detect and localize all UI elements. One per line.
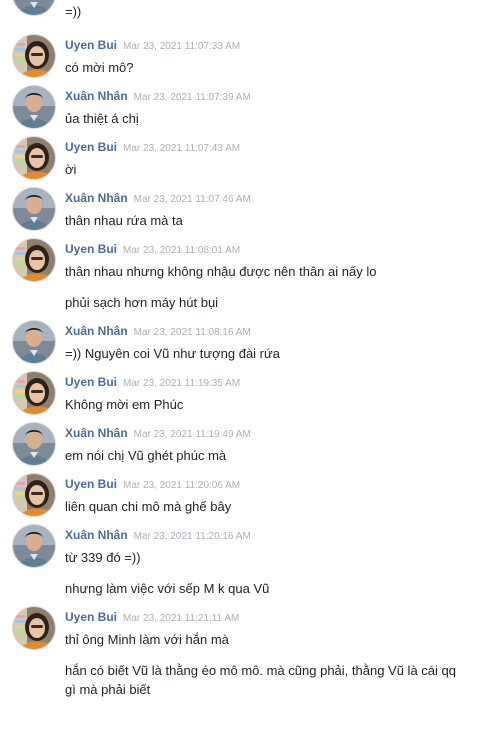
message-text: từ 339 đó =)) [65,550,141,565]
sender-name[interactable]: Xuân Nhân [65,191,128,205]
message-text: =)) [65,4,82,19]
message-text: có mời mô? [65,60,134,75]
sender-name[interactable]: Uyen Bui [65,242,117,256]
message-timestamp: Mar 23, 2021 11:19:35 AM [123,378,241,389]
uyen-bui-avatar-icon[interactable] [13,137,55,179]
uyen-bui-avatar-icon[interactable] [13,239,55,281]
uyen-bui-avatar-icon[interactable] [13,474,55,516]
message-text: em nói chị Vũ ghét phúc mà [65,448,227,463]
message-header: Xuân Nhân Mar 23, 2021 11:07:39 AM [65,87,251,103]
message-text: nhưng làm việc với sếp M k qua Vũ [65,581,270,596]
xuan-nhan-avatar-icon[interactable] [13,423,55,465]
sender-name[interactable]: Uyen Bui [65,610,117,624]
message-timestamp: Mar 23, 2021 11:07:39 AM [133,92,251,103]
message-timestamp: Mar 23, 2021 11:19:49 AM [133,429,251,440]
message-timestamp: Mar 23, 2021 11:20:06 AM [123,480,241,491]
message-header: Uyen Bui Mar 23, 2021 11:07:33 AM [65,36,240,52]
sender-name[interactable]: Xuân Nhân [65,89,128,103]
message-text: =)) Nguyên coi Vũ như tượng đài rứa [65,346,280,361]
uyen-bui-avatar-icon[interactable] [13,372,55,414]
uyen-bui-avatar-icon[interactable] [13,607,55,649]
message-header: Xuân Nhân Mar 23, 2021 11:07:46 AM [65,189,251,205]
message-text: liên quan chi mô mà ghế bây [65,499,232,514]
message-text: hắn có biết Vũ là thằng éo mô mô. mà cũn… [65,663,456,697]
message-text: ủa thiệt á chị [65,111,139,126]
sender-name[interactable]: Uyen Bui [65,477,117,491]
message-text: Không mời em Phúc [65,397,184,412]
message-header: Uyen Bui Mar 23, 2021 11:21:11 AM [65,608,239,624]
message-timestamp: Mar 23, 2021 11:07:33 AM [123,41,241,52]
message-text: thân nhau rứa mà ta [65,213,183,228]
message-header: Uyen Bui Mar 23, 2021 11:07:43 AM [65,138,240,154]
message-timestamp: Mar 23, 2021 11:07:46 AM [133,194,251,205]
sender-name[interactable]: Xuân Nhân [65,324,128,338]
message-timestamp: Mar 23, 2021 11:07:43 AM [123,143,241,154]
message-timestamp: Mar 23, 2021 11:21:11 AM [123,613,240,624]
xuan-nhan-avatar-icon[interactable] [13,0,55,15]
message-timestamp: Mar 23, 2021 11:08:16 AM [133,327,251,338]
xuan-nhan-avatar-icon[interactable] [13,86,55,128]
xuan-nhan-avatar-icon[interactable] [13,525,55,567]
message-timestamp: Mar 23, 2021 11:20:16 AM [133,531,251,542]
sender-name[interactable]: Xuân Nhân [65,528,128,542]
xuan-nhan-avatar-icon[interactable] [13,188,55,230]
message-header: Xuân Nhân Mar 23, 2021 11:19:49 AM [65,424,251,440]
sender-name[interactable]: Uyen Bui [65,140,117,154]
message-text: ời [65,162,77,177]
message-text: thân nhau nhưng không nhậu được nên thân… [65,264,377,279]
sender-name[interactable]: Xuân Nhân [65,426,128,440]
message-header: Uyen Bui Mar 23, 2021 11:19:35 AM [65,373,240,389]
message-text: phủi sạch hơn máy hút bụi [65,295,219,310]
sender-name[interactable]: Uyen Bui [65,38,117,52]
message-header: Uyen Bui Mar 23, 2021 11:20:06 AM [65,475,240,491]
uyen-bui-avatar-icon[interactable] [13,35,55,77]
xuan-nhan-avatar-icon[interactable] [13,321,55,363]
message-header: Xuân Nhân Mar 23, 2021 11:20:16 AM [65,526,251,542]
message-header: Xuân Nhân Mar 23, 2021 11:08:16 AM [65,322,251,338]
message-timestamp: Mar 23, 2021 11:08:01 AM [123,245,241,256]
sender-name[interactable]: Uyen Bui [65,375,117,389]
message-text: thỉ ông Minh làm với hắn mà [65,632,229,647]
message-header: Uyen Bui Mar 23, 2021 11:08:01 AM [65,240,240,256]
